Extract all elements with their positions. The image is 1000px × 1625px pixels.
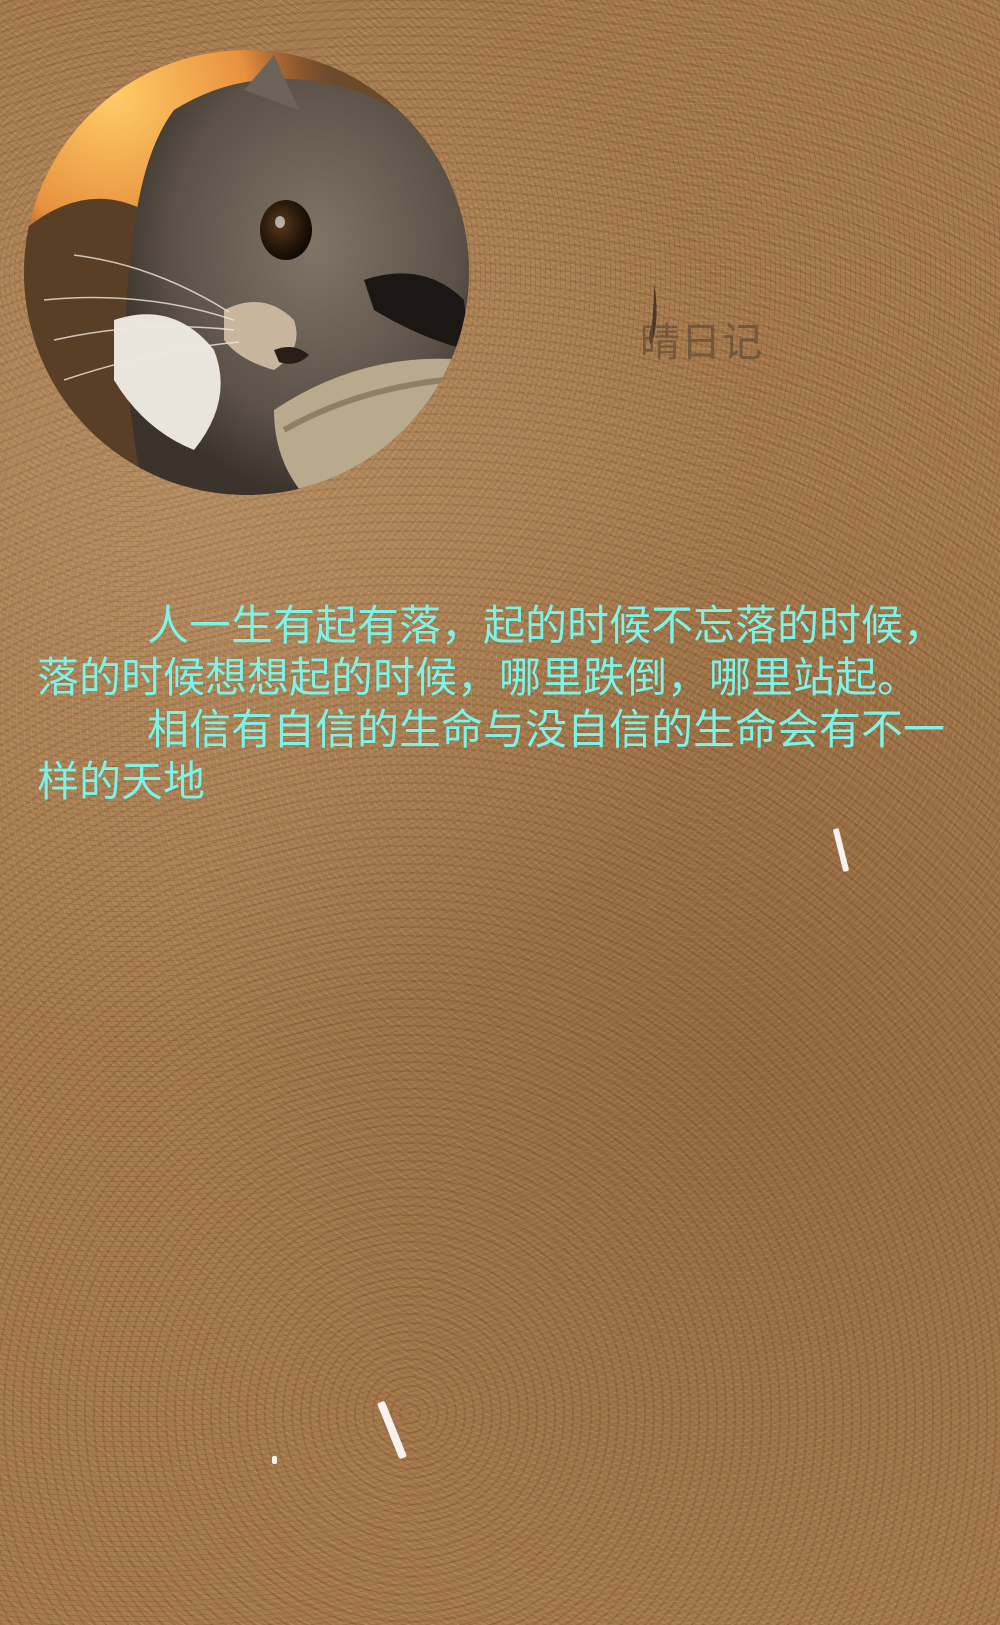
cat-photo-icon [24, 50, 469, 495]
watermark-text: 晴日记 [640, 320, 763, 366]
poem-text: 人一生有起有落，起的时候不忘落的时候，落的时候想想起的时候，哪里跌倒，哪里站起。… [37, 600, 967, 808]
avatar [24, 50, 469, 495]
white-speck [272, 1456, 277, 1464]
poem-paragraph: 相信有自信的生命与没自信的生命会有不一样的天地 [37, 705, 946, 806]
poem-paragraph: 人一生有起有落，起的时候不忘落的时候，落的时候想想起的时候，哪里跌倒，哪里站起。 [37, 601, 946, 702]
